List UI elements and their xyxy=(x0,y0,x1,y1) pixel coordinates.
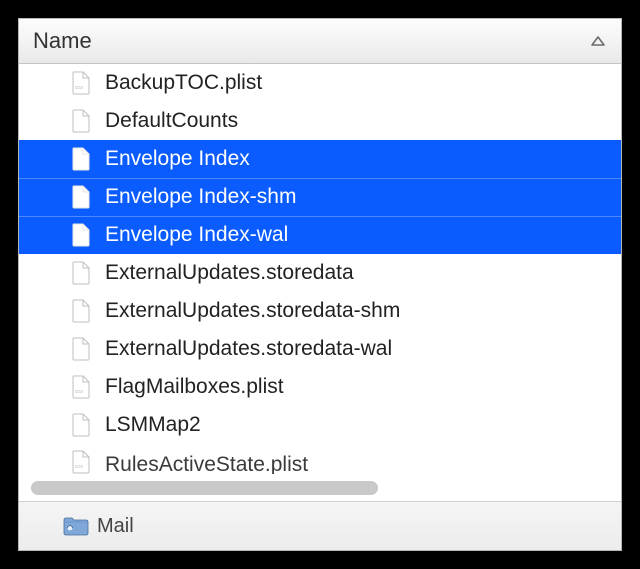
file-row[interactable]: ExternalUpdates.storedata-wal xyxy=(19,330,621,368)
file-list[interactable]: BackupTOC.plist DefaultCounts Envelope I… xyxy=(19,64,621,501)
file-name-label: ExternalUpdates.storedata-shm xyxy=(71,299,400,323)
file-row[interactable]: Envelope Index xyxy=(19,140,621,178)
horizontal-scrollbar[interactable] xyxy=(31,481,609,497)
file-row[interactable]: Envelope Index-wal xyxy=(19,216,621,254)
file-row[interactable]: ExternalUpdates.storedata-shm xyxy=(19,292,621,330)
sort-ascending-icon xyxy=(591,36,605,46)
file-name-label: ExternalUpdates.storedata xyxy=(71,261,354,285)
file-name-label: FlagMailboxes.plist xyxy=(71,375,284,399)
path-bar[interactable]: Mail xyxy=(19,501,621,550)
file-name-label: Envelope Index xyxy=(71,147,250,171)
file-name-label: DefaultCounts xyxy=(71,109,238,133)
file-name-label: RulesActiveState.plist xyxy=(71,453,308,474)
file-row[interactable]: RulesActiveState.plist xyxy=(19,444,621,474)
plist-file-icon xyxy=(71,375,91,399)
file-row[interactable]: BackupTOC.plist xyxy=(19,64,621,102)
column-header[interactable]: Name xyxy=(19,19,621,64)
file-row[interactable]: DefaultCounts xyxy=(19,102,621,140)
file-name-label: BackupTOC.plist xyxy=(71,71,262,95)
column-header-label: Name xyxy=(33,28,92,54)
mail-folder-icon xyxy=(63,515,89,537)
generic-file-icon xyxy=(71,299,91,323)
generic-file-icon xyxy=(71,337,91,361)
file-row[interactable]: FlagMailboxes.plist xyxy=(19,368,621,406)
generic-file-icon xyxy=(71,147,91,171)
file-name-label: Envelope Index-shm xyxy=(71,185,296,209)
file-row[interactable]: ExternalUpdates.storedata xyxy=(19,254,621,292)
file-name-label: Envelope Index-wal xyxy=(71,223,288,247)
scrollbar-thumb[interactable] xyxy=(31,481,378,495)
generic-file-icon xyxy=(71,223,91,247)
plist-file-icon xyxy=(71,71,91,95)
file-name-label: ExternalUpdates.storedata-wal xyxy=(71,337,392,361)
generic-file-icon xyxy=(71,413,91,437)
generic-file-icon xyxy=(71,109,91,133)
file-row[interactable]: Envelope Index-shm xyxy=(19,178,621,216)
file-row[interactable]: LSMMap2 xyxy=(19,406,621,444)
generic-file-icon xyxy=(71,261,91,285)
generic-file-icon xyxy=(71,185,91,209)
finder-window: Name BackupTOC.plist DefaultCounts Envel… xyxy=(18,18,622,551)
